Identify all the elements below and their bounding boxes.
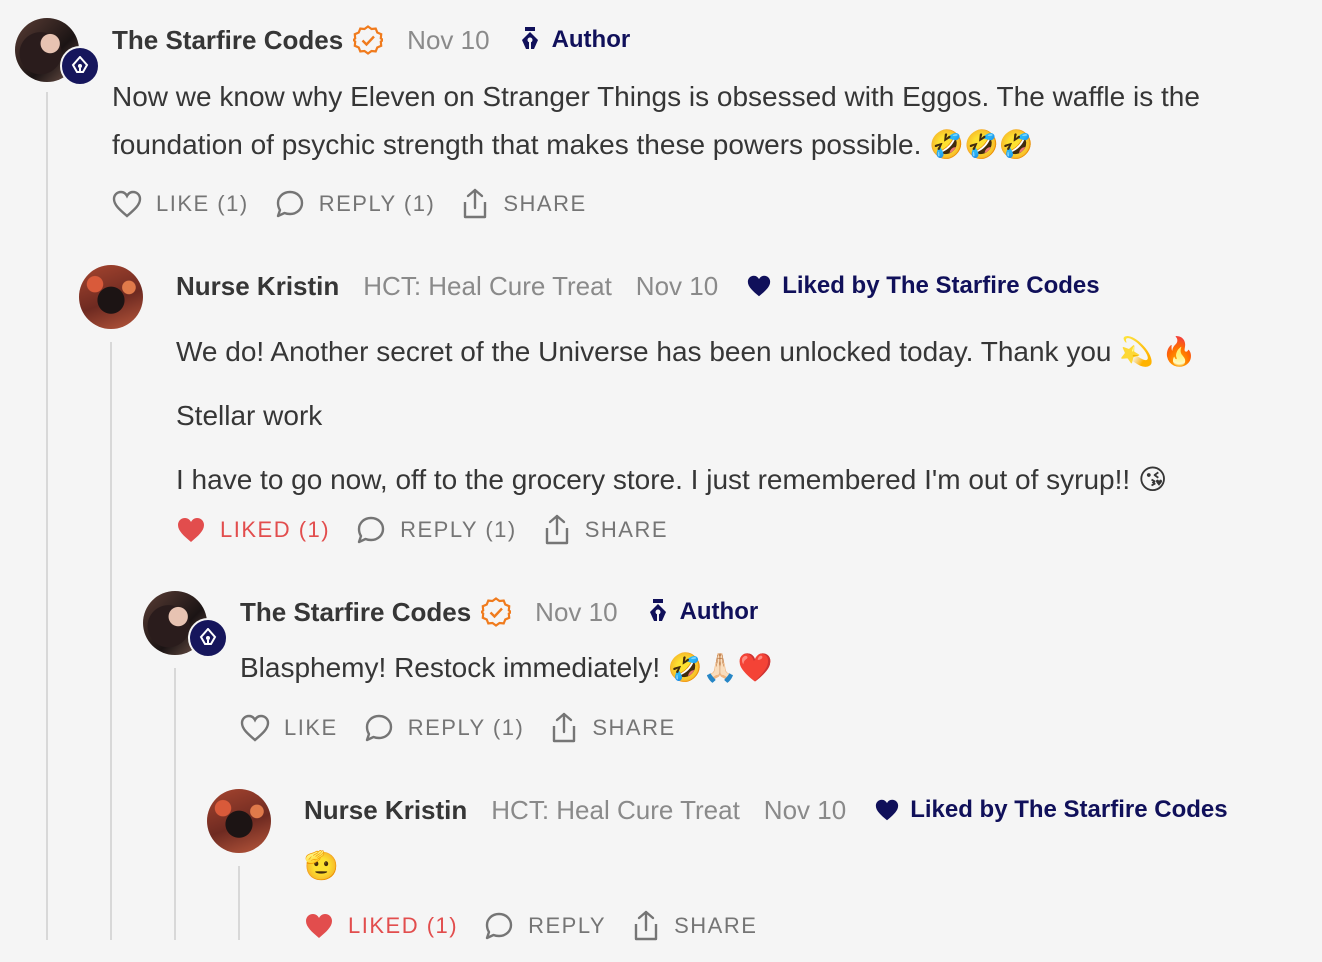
publication-name[interactable]: HCT: Heal Cure Treat xyxy=(363,271,612,302)
comment-bubble-icon xyxy=(485,912,513,940)
author-name[interactable]: Nurse Kristin xyxy=(176,271,339,302)
reply-label: REPLY xyxy=(528,913,607,938)
author-name[interactable]: Nurse Kristin xyxy=(304,795,467,826)
author-role-label: Author xyxy=(679,598,759,625)
share-upload-icon xyxy=(634,910,658,941)
reply-label: REPLY (1) xyxy=(318,191,436,216)
comment-actions: LIKED (1) REPLY SHARE xyxy=(304,908,783,944)
author-pen-icon xyxy=(649,599,666,621)
author-pen-icon xyxy=(199,628,217,645)
publication-name[interactable]: HCT: Heal Cure Treat xyxy=(491,795,740,826)
share-button[interactable]: SHARE xyxy=(461,188,586,220)
body-line: Now we know why Eleven on Stranger Thing… xyxy=(112,81,1200,112)
share-button[interactable]: SHARE xyxy=(632,910,757,942)
body-line: 🫡 xyxy=(304,850,339,881)
body-line: foundation of psychic strength that make… xyxy=(112,129,1034,160)
share-label: SHARE xyxy=(503,191,587,216)
like-button[interactable]: LIKED (1) xyxy=(176,516,330,544)
heart-icon xyxy=(178,518,204,542)
thread-line-3 xyxy=(174,668,176,940)
comment-body: Now we know why Eleven on Stranger Thing… xyxy=(112,73,1200,169)
thread-line-1 xyxy=(46,92,48,940)
like-label: LIKED (1) xyxy=(220,517,331,542)
avatar[interactable] xyxy=(207,789,271,853)
like-label: LIKED (1) xyxy=(348,913,459,938)
reply-button[interactable]: REPLY xyxy=(484,911,606,941)
comment-date[interactable]: Nov 10 xyxy=(764,795,846,826)
author-name[interactable]: The Starfire Codes xyxy=(112,25,343,56)
comment-actions: LIKE REPLY (1) SHARE xyxy=(240,710,702,746)
comment-meta: The Starfire Codes Nov 10 Author xyxy=(112,22,630,58)
share-label: SHARE xyxy=(584,517,669,542)
author-badge xyxy=(188,618,228,658)
author-role-badge: Author xyxy=(520,26,631,54)
liked-by-label: Liked by The Starfire Codes xyxy=(910,796,1228,823)
comment-meta: The Starfire Codes Nov 10 Author xyxy=(240,594,758,630)
comment-bubble-icon xyxy=(276,190,303,218)
heart-icon xyxy=(240,714,270,742)
share-label: SHARE xyxy=(592,715,676,740)
reply-button[interactable]: REPLY (1) xyxy=(364,713,525,743)
like-button[interactable]: LIKED (1) xyxy=(304,912,458,940)
comment-meta: Nurse Kristin HCT: Heal Cure Treat Nov 1… xyxy=(304,792,1228,828)
like-label: LIKE (1) xyxy=(156,191,249,216)
share-upload-icon xyxy=(553,712,576,743)
avatar[interactable] xyxy=(79,265,143,329)
heart-icon xyxy=(876,799,899,821)
comment-body: 🫡 xyxy=(304,842,339,890)
comment-date[interactable]: Nov 10 xyxy=(636,271,718,302)
like-button[interactable]: LIKE (1) xyxy=(112,190,249,218)
share-upload-icon xyxy=(545,514,568,545)
like-button[interactable]: LIKE xyxy=(240,714,338,742)
liked-by-author: Liked by The Starfire Codes xyxy=(746,272,1100,300)
author-role-badge: Author xyxy=(648,598,759,626)
verified-check-icon xyxy=(481,597,512,627)
reply-label: REPLY (1) xyxy=(407,715,525,740)
author-pen-icon xyxy=(71,56,89,73)
thread-line-2 xyxy=(110,342,112,940)
body-line: Stellar work xyxy=(176,400,323,431)
liked-by-author: Liked by The Starfire Codes xyxy=(874,796,1228,824)
author-name[interactable]: The Starfire Codes xyxy=(240,597,471,628)
comment-actions: LIKE (1) REPLY (1) SHARE xyxy=(112,186,613,222)
comment-date[interactable]: Nov 10 xyxy=(407,25,489,56)
comment-bubble-icon xyxy=(357,516,385,544)
reply-label: REPLY (1) xyxy=(400,517,517,542)
author-pen-icon xyxy=(521,27,538,49)
verified-check-icon xyxy=(353,25,384,55)
body-line: We do! Another secret of the Universe ha… xyxy=(176,336,1197,367)
share-upload-icon xyxy=(464,188,487,219)
thread-line-4 xyxy=(238,866,240,940)
body-line: I have to go now, off to the grocery sto… xyxy=(176,464,1168,495)
reply-button[interactable]: REPLY (1) xyxy=(275,189,436,219)
comment-bubble-icon xyxy=(365,714,392,742)
reply-button[interactable]: REPLY (1) xyxy=(356,515,517,545)
share-button[interactable]: SHARE xyxy=(543,514,668,546)
heart-icon xyxy=(112,190,142,218)
comment-body: We do! Another secret of the Universe ha… xyxy=(176,320,1197,512)
author-badge xyxy=(60,46,100,86)
liked-by-label: Liked by The Starfire Codes xyxy=(782,272,1100,299)
share-button[interactable]: SHARE xyxy=(550,712,675,744)
like-label: LIKE xyxy=(284,715,338,740)
comment-actions: LIKED (1) REPLY (1) SHARE xyxy=(176,512,694,548)
author-role-label: Author xyxy=(551,26,631,53)
comment-date[interactable]: Nov 10 xyxy=(535,597,617,628)
comment-meta: Nurse Kristin HCT: Heal Cure Treat Nov 1… xyxy=(176,268,1100,304)
share-label: SHARE xyxy=(674,913,758,938)
heart-icon xyxy=(306,914,332,938)
comment-body: Blasphemy! Restock immediately! 🤣🙏🏻❤️ xyxy=(240,644,773,692)
body-line: Blasphemy! Restock immediately! 🤣🙏🏻❤️ xyxy=(240,652,773,683)
heart-icon xyxy=(748,275,771,297)
